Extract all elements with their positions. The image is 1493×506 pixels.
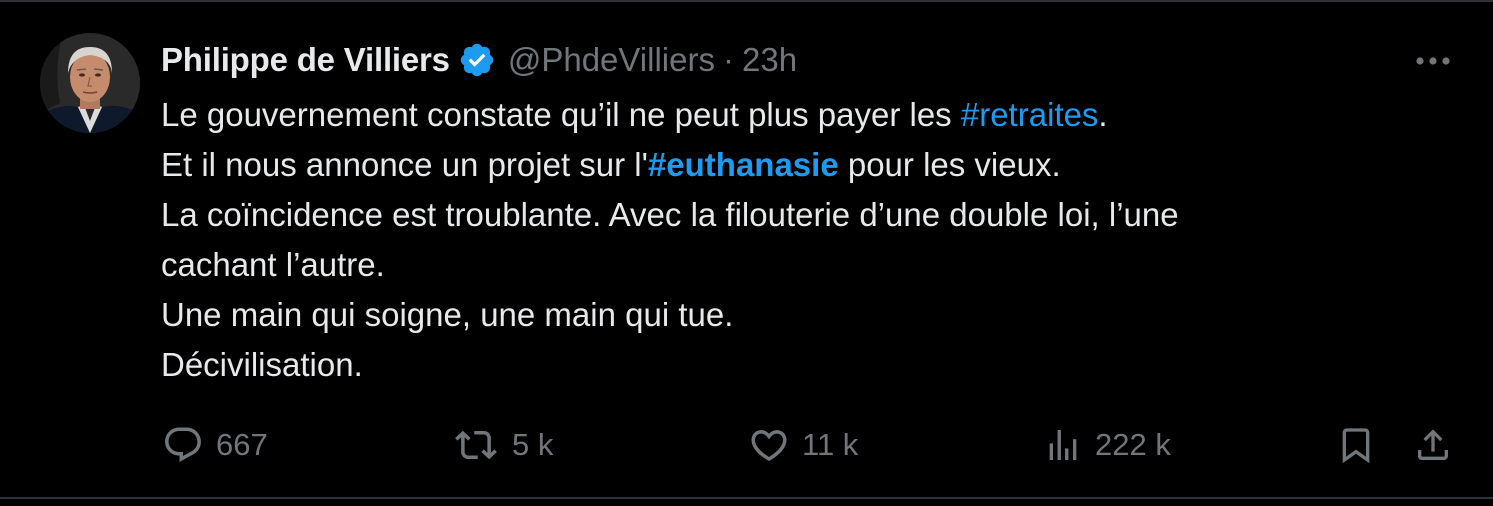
action-bar: 667 5 k 11 k 222 k xyxy=(0,420,1493,470)
views-button[interactable]: 222 k xyxy=(1043,420,1171,470)
bookmark-icon xyxy=(1342,428,1370,464)
hashtag-link-retraites[interactable]: #retraites xyxy=(961,96,1099,133)
reply-count: 667 xyxy=(216,427,268,462)
avatar[interactable] xyxy=(40,33,140,133)
tweet-line-6: Décivilisation. xyxy=(161,346,363,383)
share-button[interactable] xyxy=(1413,420,1453,470)
author-handle[interactable]: @PhdeVilliers xyxy=(508,41,715,79)
text-segment: . xyxy=(1098,96,1108,133)
retweet-count: 5 k xyxy=(512,427,554,462)
reply-icon xyxy=(165,427,201,462)
views-count: 222 k xyxy=(1095,427,1171,462)
tweet-text: Le gouvernement constate qu’il ne peut p… xyxy=(161,90,1431,390)
tweet-line-5: Une main qui soigne, une main qui tue. xyxy=(161,296,734,333)
text-segment: Le gouvernement constate qu’il ne peut p… xyxy=(161,96,961,133)
more-horizontal-icon xyxy=(1416,57,1450,65)
tweet-line-3: La coïncidence est troublante. Avec la f… xyxy=(161,196,1179,233)
bottom-divider xyxy=(0,497,1493,499)
like-button[interactable]: 11 k xyxy=(748,420,858,470)
tweet-line-2: Et il nous annonce un projet sur l'#euth… xyxy=(161,140,1431,190)
tweet-header: Philippe de Villiers @PhdeVilliers · 23h xyxy=(161,38,797,82)
like-count: 11 k xyxy=(802,427,859,462)
reply-button[interactable]: 667 xyxy=(162,420,268,470)
share-icon xyxy=(1418,429,1448,460)
author-name[interactable]: Philippe de Villiers xyxy=(161,41,450,79)
retweet-button[interactable]: 5 k xyxy=(452,420,553,470)
analytics-icon xyxy=(1049,430,1077,460)
tweet-line-4: cachant l’autre. xyxy=(161,246,385,283)
heart-icon xyxy=(751,430,787,462)
verified-badge-icon[interactable] xyxy=(458,41,496,79)
profile-photo-icon xyxy=(40,33,140,133)
tweet-card[interactable]: Philippe de Villiers @PhdeVilliers · 23h… xyxy=(0,2,1493,497)
text-segment: pour les vieux. xyxy=(838,146,1061,183)
bookmark-button[interactable] xyxy=(1336,420,1376,470)
text-segment: Et il nous annonce un projet sur l' xyxy=(161,146,648,183)
more-button[interactable] xyxy=(1410,44,1456,78)
tweet-line-1: Le gouvernement constate qu’il ne peut p… xyxy=(161,90,1431,140)
separator-dot: · xyxy=(722,41,734,78)
hashtag-link-euthanasie[interactable]: #euthanasie xyxy=(648,146,839,183)
retweet-icon xyxy=(455,430,497,460)
timestamp[interactable]: 23h xyxy=(742,41,797,79)
